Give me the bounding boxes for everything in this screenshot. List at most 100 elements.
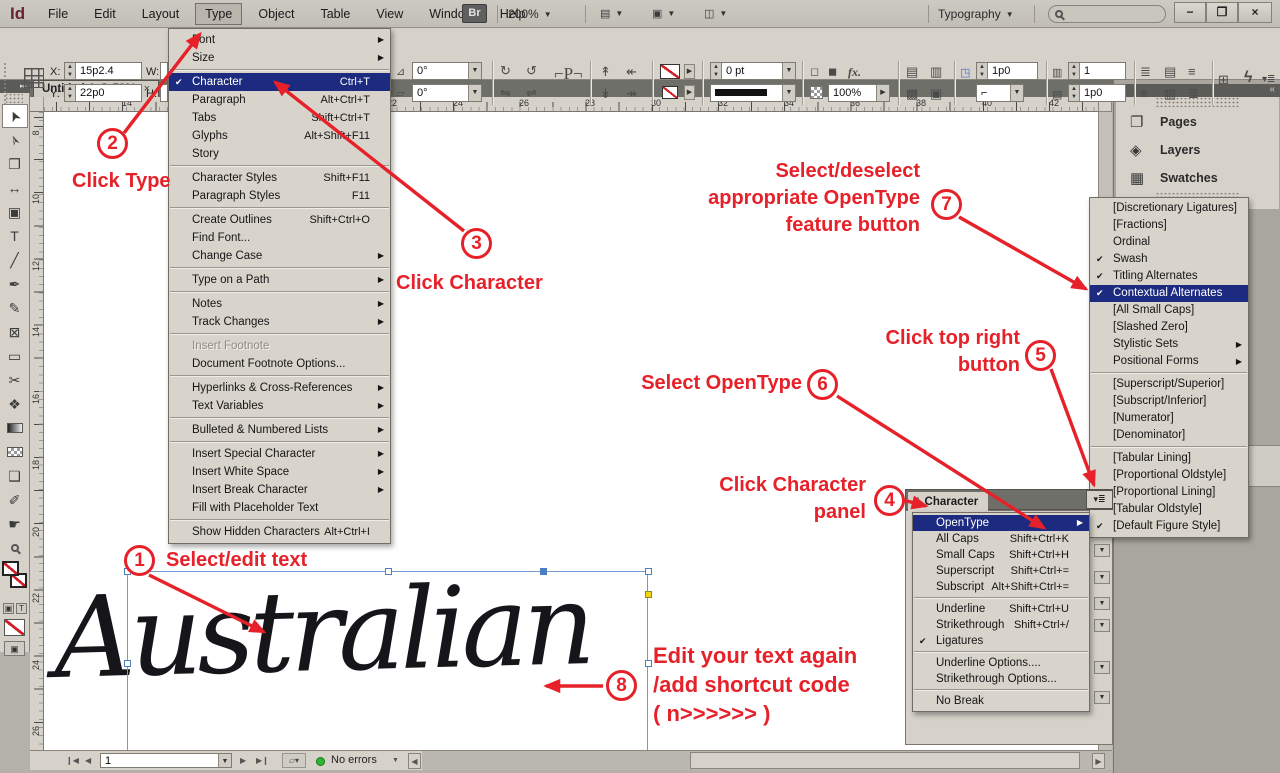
arrange-documents-button[interactable]: ◫▼: [704, 5, 727, 22]
hand-tool[interactable]: ☛: [2, 512, 28, 536]
gradient-feather-tool[interactable]: [2, 440, 28, 464]
align-center-icon[interactable]: ▥: [1164, 86, 1176, 102]
stepper-icon[interactable]: ▲▼: [1069, 63, 1080, 79]
quick-apply-icon[interactable]: ϟ: [1244, 70, 1252, 86]
stepper-icon[interactable]: ▲▼: [65, 63, 76, 79]
menu-item-character-styles[interactable]: Character StylesShift+F11: [169, 169, 390, 187]
rectangle-tool[interactable]: ▭: [2, 344, 28, 368]
menu-item-notes[interactable]: Notes▶: [169, 295, 390, 313]
chevron-down-icon[interactable]: ▼: [392, 753, 399, 768]
menubar-item-layout[interactable]: Layout: [132, 3, 190, 25]
menu-item-strikethrough-options[interactable]: Strikethrough Options...: [913, 671, 1089, 687]
note-tool[interactable]: ❑: [2, 464, 28, 488]
frame-handle[interactable]: [124, 660, 131, 667]
menubar-item-view[interactable]: View: [366, 3, 413, 25]
fill-flyout-button[interactable]: ▶: [684, 64, 695, 79]
menu-item-size[interactable]: Size▶: [169, 49, 390, 67]
leading-grid-icon[interactable]: ≣: [1188, 86, 1199, 102]
rotate-cw-icon[interactable]: ↻: [500, 63, 511, 79]
menu-item-ordinal[interactable]: Ordinal: [1090, 234, 1248, 251]
go-to-previous-icon[interactable]: ↞: [626, 64, 637, 80]
frame-handle[interactable]: [385, 568, 392, 575]
reference-point-proxy[interactable]: [24, 68, 44, 88]
fill-swatch-none[interactable]: [660, 64, 680, 79]
menu-item-change-case[interactable]: Change Case▶: [169, 247, 390, 265]
preflight-menu-button[interactable]: ▱▾: [282, 753, 306, 768]
vertical-ruler[interactable]: 8101214161820222426: [30, 112, 44, 750]
scissors-tool[interactable]: ✂: [2, 368, 28, 392]
opacity-checker-icon[interactable]: [810, 86, 823, 99]
menu-item-underline-options[interactable]: Underline Options....: [913, 655, 1089, 671]
frame-handle[interactable]: [645, 568, 652, 575]
menu-item-small-caps[interactable]: Small CapsShift+Ctrl+H: [913, 547, 1089, 563]
screen-mode-toggle[interactable]: ▣: [4, 641, 25, 656]
menu-item-no-break[interactable]: No Break: [913, 693, 1089, 709]
menu-item-denominator[interactable]: [Denominator]: [1090, 427, 1248, 444]
wrap-object-icon[interactable]: ▩: [906, 86, 918, 102]
menubar-item-type[interactable]: Type: [195, 3, 242, 25]
baseline-grid-icon[interactable]: ≡: [1188, 64, 1196, 80]
drop-shadow-icon[interactable]: ◻: [810, 64, 819, 80]
align-bottom-icon[interactable]: ≡: [1140, 86, 1148, 102]
shear-angle-field[interactable]: 0°▼: [412, 84, 482, 102]
width-field[interactable]: [160, 62, 168, 80]
stroke-swatch-none[interactable]: [662, 86, 678, 99]
flip-horizontal-icon[interactable]: ⇋: [500, 85, 511, 101]
screen-mode-button[interactable]: ▣▼: [652, 5, 675, 22]
menu-item-track-changes[interactable]: Track Changes▶: [169, 313, 390, 331]
menu-item-ligatures[interactable]: ✔Ligatures: [913, 633, 1089, 649]
menu-item-proportional-oldstyle[interactable]: [Proportional Oldstyle]: [1090, 467, 1248, 484]
menu-item-superscript[interactable]: SuperscriptShift+Ctrl+=: [913, 563, 1089, 579]
menu-item-document-footnote-options[interactable]: Document Footnote Options...: [169, 355, 390, 373]
menu-item-paragraph-styles[interactable]: Paragraph StylesF11: [169, 187, 390, 205]
menu-item-font[interactable]: Font▶: [169, 31, 390, 49]
formatting-affects-container-icon[interactable]: ▣: [3, 603, 14, 614]
close-button[interactable]: ×: [1238, 2, 1272, 23]
scroll-left-button[interactable]: ◀: [408, 753, 421, 769]
menu-item-stylistic-sets[interactable]: Stylistic Sets▶: [1090, 336, 1248, 353]
fill-none-swatch[interactable]: [2, 561, 19, 576]
menu-item-titling-alternates[interactable]: ✔Titling Alternates: [1090, 268, 1248, 285]
menu-item-tabs[interactable]: TabsShift+Ctrl+T: [169, 109, 390, 127]
chevron-down-icon[interactable]: ▼: [1010, 85, 1023, 101]
columns-field[interactable]: ▲▼1: [1068, 62, 1126, 80]
menu-item-discretionary-ligatures[interactable]: [Discretionary Ligatures]: [1090, 200, 1248, 217]
menu-item-subscript[interactable]: SubscriptAlt+Shift+Ctrl+=: [913, 579, 1089, 595]
go-to-child-icon[interactable]: ↡: [600, 86, 611, 102]
panel-grip[interactable]: [3, 62, 8, 104]
zoom-tool[interactable]: [2, 536, 28, 560]
chevron-down-icon[interactable]: ▼: [1094, 597, 1110, 610]
wrap-jump-icon[interactable]: ▣: [930, 86, 942, 102]
fill-stroke-control[interactable]: [2, 561, 28, 599]
corner-radius-field[interactable]: ▲▼1p0: [976, 62, 1038, 80]
menu-item-strikethrough[interactable]: StrikethroughShift+Ctrl+/: [913, 617, 1089, 633]
stroke-flyout-button[interactable]: ▶: [684, 85, 695, 100]
preflight-status-text[interactable]: No errors: [331, 754, 377, 766]
height-field[interactable]: [160, 84, 168, 102]
chevron-down-icon[interactable]: ▼: [782, 63, 795, 79]
wrap-none-icon[interactable]: ▤: [906, 64, 918, 80]
menu-item-swash[interactable]: ✔Swash: [1090, 251, 1248, 268]
chevron-down-icon[interactable]: ▼: [468, 85, 481, 101]
go-to-parent-icon[interactable]: ↟: [600, 64, 611, 80]
stepper-icon[interactable]: ▲▼: [711, 63, 722, 79]
scroll-right-button[interactable]: ▶: [1092, 753, 1105, 769]
menu-item-create-outlines[interactable]: Create OutlinesShift+Ctrl+O: [169, 211, 390, 229]
menu-item-fill-with-placeholder-text[interactable]: Fill with Placeholder Text: [169, 499, 390, 517]
opacity-field[interactable]: 100%▶: [828, 84, 890, 102]
tab-character[interactable]: ⇅Character: [908, 492, 988, 511]
menu-item-type-on-a-path[interactable]: Type on a Path▶: [169, 271, 390, 289]
menu-item-underline[interactable]: UnderlineShift+Ctrl+U: [913, 601, 1089, 617]
workspace-switcher[interactable]: Typography▼: [938, 5, 1014, 23]
menu-item-story[interactable]: Story: [169, 145, 390, 163]
menu-item-superscript-superior[interactable]: [Superscript/Superior]: [1090, 376, 1248, 393]
eyedropper-tool[interactable]: ✐: [2, 488, 28, 512]
menu-item-find-font[interactable]: Find Font...: [169, 229, 390, 247]
dock-item-pages[interactable]: ❐Pages: [1116, 108, 1279, 136]
menu-item-glyphs[interactable]: GlyphsAlt+Shift+F11: [169, 127, 390, 145]
effects-menu-icon[interactable]: fx.: [848, 64, 861, 80]
horizontal-scroll-thumb[interactable]: [690, 752, 1080, 769]
frame-handle[interactable]: [540, 568, 547, 575]
stroke-weight-field[interactable]: ▲▼0 pt▼: [710, 62, 796, 80]
menu-item-fractions[interactable]: [Fractions]: [1090, 217, 1248, 234]
